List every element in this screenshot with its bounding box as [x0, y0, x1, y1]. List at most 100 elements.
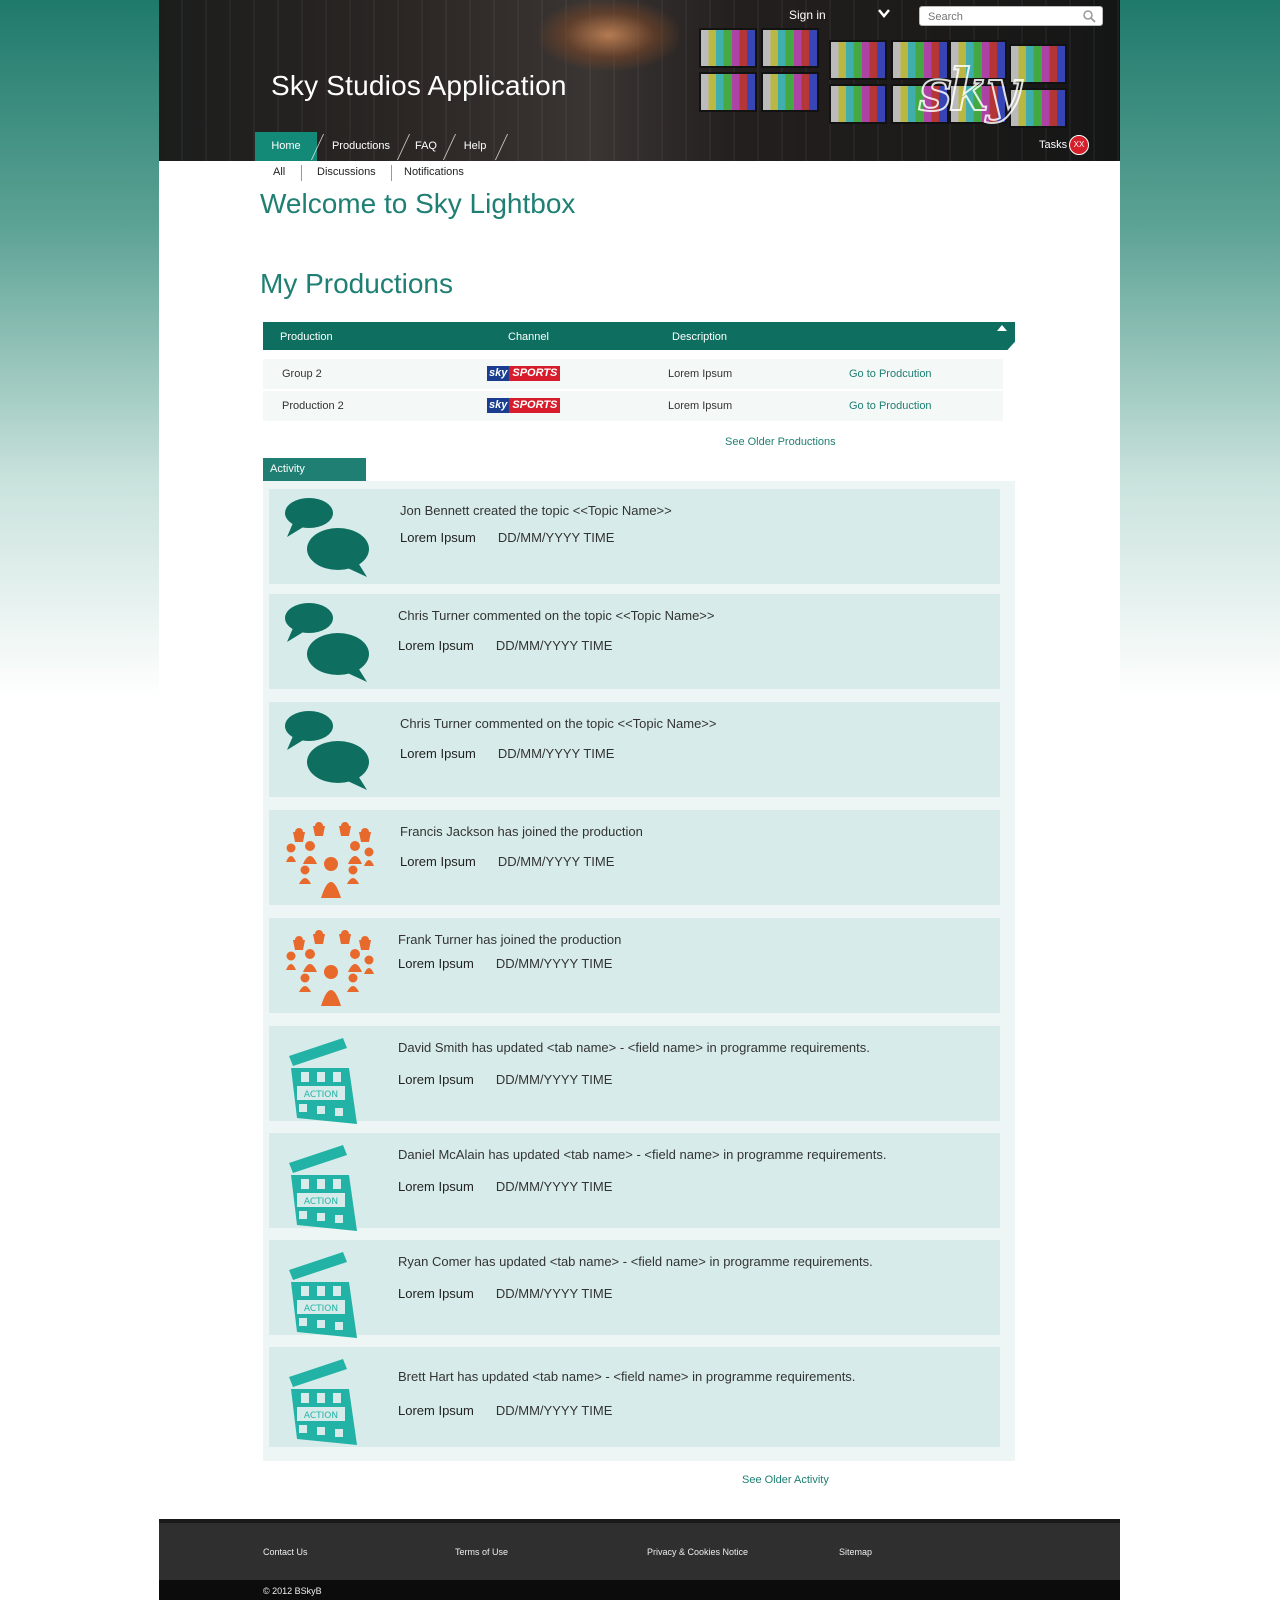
activity-meta: Lorem Ipsum DD/MM/YYYY TIME	[398, 1286, 612, 1301]
tab-home[interactable]: Home	[255, 132, 317, 161]
column-description[interactable]: Description	[672, 331, 727, 343]
sky-sports-logo-sky: sky	[487, 366, 510, 381]
subnav-all[interactable]: All	[273, 166, 285, 178]
speech-bubbles-icon	[283, 602, 375, 686]
page: Sky Studios Application sky Sign in Home…	[159, 0, 1120, 1600]
tab-productions[interactable]: Productions	[321, 132, 401, 161]
chevron-down-icon[interactable]	[877, 6, 893, 22]
monitor	[1009, 88, 1067, 128]
subnav-separator	[301, 165, 302, 181]
banner-photo-glow	[539, 0, 679, 70]
copyright-bar: © 2012 BSkyB	[159, 1580, 1120, 1600]
sign-in-link[interactable]: Sign in	[789, 8, 826, 22]
clapper-action-text: ACTION	[304, 1411, 338, 1421]
activity-meta: Lorem Ipsum DD/MM/YYYY TIME	[398, 956, 612, 971]
activity-sub: Lorem Ipsum	[398, 638, 474, 653]
tab-help[interactable]: Help	[451, 132, 499, 161]
header-banner: Sky Studios Application sky Sign in Home…	[159, 0, 1120, 161]
copyright-text: © 2012 BSkyB	[263, 1586, 322, 1596]
tasks-link[interactable]: Tasks	[1039, 139, 1067, 151]
see-older-activity-link[interactable]: See Older Activity	[742, 1474, 829, 1486]
see-older-productions-link[interactable]: See Older Productions	[725, 436, 836, 448]
production-description: Lorem Ipsum	[668, 400, 733, 412]
subnav-notifications[interactable]: Notifications	[404, 166, 464, 178]
tab-faq[interactable]: FAQ	[405, 132, 447, 161]
tasks-count-badge[interactable]: XX	[1069, 135, 1089, 155]
search-box	[919, 6, 1103, 26]
activity-text: Chris Turner commented on the topic <<To…	[398, 608, 715, 623]
sky-sports-logo-sky: sky	[487, 398, 510, 413]
activity-date: DD/MM/YYYY TIME	[497, 746, 615, 761]
subnav-separator	[391, 165, 392, 181]
column-channel[interactable]: Channel	[508, 331, 549, 343]
go-to-production-link[interactable]: Go to Prodcution	[849, 368, 932, 380]
monitor	[699, 28, 757, 68]
search-icon[interactable]	[1082, 9, 1096, 23]
activity-text: Brett Hart has updated <tab name> - <fie…	[398, 1369, 856, 1384]
activity-sub: Lorem Ipsum	[400, 854, 476, 869]
sort-up-icon[interactable]	[997, 325, 1007, 331]
table-row: Group 2 sky SPORTS Lorem Ipsum Go to Pro…	[263, 359, 1003, 389]
clapper-action-text: ACTION	[304, 1090, 338, 1100]
welcome-title: Welcome to Sky Lightbox	[260, 188, 576, 219]
clapperboard-icon: ACTION	[283, 1141, 375, 1231]
activity-meta: Lorem Ipsum DD/MM/YYYY TIME	[398, 1403, 612, 1418]
activity-sub: Lorem Ipsum	[398, 1403, 474, 1418]
footer: Contact Us Terms of Use Privacy & Cookie…	[159, 1519, 1120, 1580]
sky-sports-logo: sky SPORTS	[487, 366, 561, 381]
activity-meta: Lorem Ipsum DD/MM/YYYY TIME	[398, 1179, 612, 1194]
activity-date: DD/MM/YYYY TIME	[495, 1403, 613, 1418]
subnav-discussions[interactable]: Discussions	[317, 166, 376, 178]
activity-item: ACTION Ryan Comer has updated <tab name>…	[269, 1240, 1000, 1338]
activity-tab[interactable]: Activity	[263, 458, 366, 481]
activity-text: Ryan Comer has updated <tab name> - <fie…	[398, 1254, 873, 1269]
monitor	[829, 84, 887, 124]
go-to-production-link[interactable]: Go to Production	[849, 400, 932, 412]
clapperboard-icon: ACTION	[283, 1248, 375, 1338]
activity-item: ACTION David Smith has updated <tab name…	[269, 1026, 1000, 1124]
activity-sub: Lorem Ipsum	[398, 1179, 474, 1194]
footer-sitemap-link[interactable]: Sitemap	[839, 1547, 872, 1557]
clapperboard-icon: ACTION	[283, 1355, 375, 1445]
my-productions-title: My Productions	[260, 268, 453, 299]
activity-date: DD/MM/YYYY TIME	[497, 854, 615, 869]
monitor	[699, 72, 757, 112]
footer-privacy-link[interactable]: Privacy & Cookies Notice	[647, 1547, 748, 1557]
activity-date: DD/MM/YYYY TIME	[497, 530, 615, 545]
activity-date: DD/MM/YYYY TIME	[495, 1072, 613, 1087]
activity-meta: Lorem Ipsum DD/MM/YYYY TIME	[400, 746, 614, 761]
activity-meta: Lorem Ipsum DD/MM/YYYY TIME	[400, 530, 614, 545]
activity-sub: Lorem Ipsum	[400, 746, 476, 761]
activity-sub: Lorem Ipsum	[400, 530, 476, 545]
activity-text: Jon Bennett created the topic <<Topic Na…	[400, 503, 672, 518]
productions-table-header: Production Channel Description	[263, 322, 1015, 350]
activity-text: Francis Jackson has joined the productio…	[400, 824, 643, 839]
speech-bubbles-icon	[283, 710, 375, 794]
people-group-icon	[283, 926, 375, 1010]
monitor	[761, 72, 819, 112]
activity-sub: Lorem Ipsum	[398, 1286, 474, 1301]
monitor	[1009, 44, 1067, 84]
activity-text: David Smith has updated <tab name> - <fi…	[398, 1040, 870, 1055]
activity-text: Daniel McAlain has updated <tab name> - …	[398, 1147, 887, 1162]
column-production[interactable]: Production	[280, 331, 333, 343]
activity-item: ACTION Daniel McAlain has updated <tab n…	[269, 1133, 1000, 1231]
sky-sports-logo-sports: SPORTS	[509, 398, 561, 413]
clapper-action-text: ACTION	[304, 1304, 338, 1314]
footer-terms-link[interactable]: Terms of Use	[455, 1547, 508, 1557]
activity-item: Chris Turner commented on the topic <<To…	[269, 702, 1000, 797]
activity-sub: Lorem Ipsum	[398, 1072, 474, 1087]
activity-item: Chris Turner commented on the topic <<To…	[269, 594, 1000, 689]
sky-sports-logo: sky SPORTS	[487, 398, 561, 413]
search-input[interactable]	[926, 8, 1080, 26]
production-name: Production 2	[282, 400, 344, 412]
clapperboard-icon: ACTION	[283, 1034, 375, 1124]
activity-item: Jon Bennett created the topic <<Topic Na…	[269, 489, 1000, 584]
activity-date: DD/MM/YYYY TIME	[495, 1179, 613, 1194]
activity-meta: Lorem Ipsum DD/MM/YYYY TIME	[400, 854, 614, 869]
footer-contact-link[interactable]: Contact Us	[263, 1547, 308, 1557]
production-description: Lorem Ipsum	[668, 368, 733, 380]
activity-item: Frank Turner has joined the production L…	[269, 918, 1000, 1013]
activity-date: DD/MM/YYYY TIME	[495, 638, 613, 653]
activity-sub: Lorem Ipsum	[398, 956, 474, 971]
